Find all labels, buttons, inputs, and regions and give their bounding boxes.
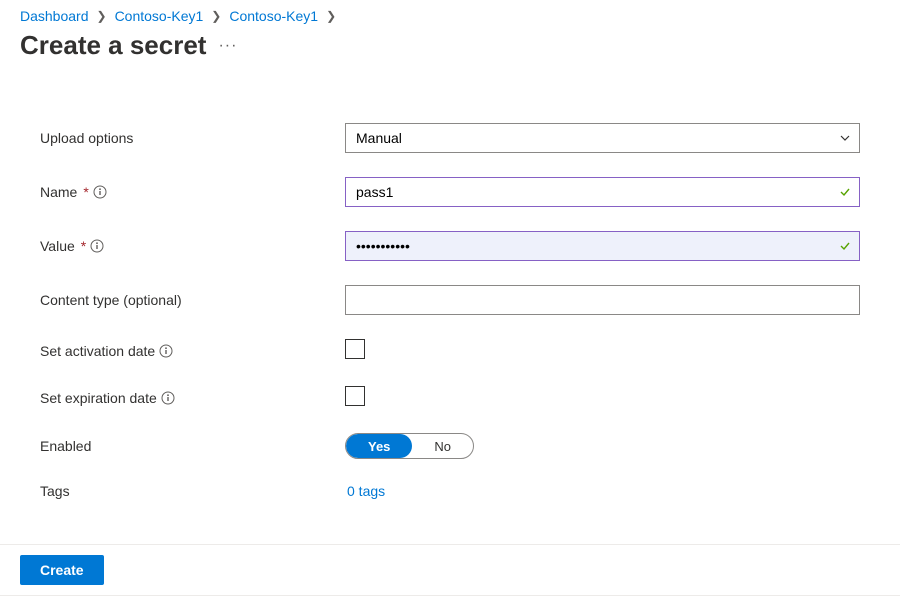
more-icon[interactable]: ··· [218,37,237,55]
name-label: Name [40,184,77,200]
enabled-yes-option[interactable]: Yes [346,434,412,458]
breadcrumb-contoso-key1-a[interactable]: Contoso-Key1 [115,8,204,24]
activation-date-checkbox[interactable] [345,339,365,359]
expiration-date-label: Set expiration date [40,390,157,406]
value-input[interactable] [345,231,860,261]
info-icon[interactable] [159,344,173,358]
info-icon[interactable] [93,185,107,199]
tags-label: Tags [40,483,70,499]
chevron-right-icon: ❯ [97,9,107,23]
footer-bar: Create [0,544,900,596]
breadcrumb-contoso-key1-b[interactable]: Contoso-Key1 [229,8,318,24]
content-type-label: Content type (optional) [40,292,182,308]
breadcrumb-dashboard[interactable]: Dashboard [20,8,89,24]
info-icon[interactable] [161,391,175,405]
enabled-toggle[interactable]: Yes No [345,433,474,459]
create-button[interactable]: Create [20,555,104,585]
name-input[interactable] [345,177,860,207]
breadcrumb: Dashboard ❯ Contoso-Key1 ❯ Contoso-Key1 … [0,0,900,24]
create-secret-form: Upload options Manual Name * [0,61,900,499]
enabled-no-option[interactable]: No [412,434,473,458]
value-label: Value [40,238,75,254]
required-indicator: * [83,184,88,200]
activation-date-label: Set activation date [40,343,155,359]
chevron-right-icon: ❯ [211,9,221,23]
expiration-date-checkbox[interactable] [345,386,365,406]
page-title: Create a secret [20,30,206,61]
upload-options-select[interactable]: Manual [345,123,860,153]
upload-options-label: Upload options [40,130,133,146]
content-type-input[interactable] [345,285,860,315]
tags-link[interactable]: 0 tags [345,483,385,499]
chevron-right-icon: ❯ [326,9,336,23]
enabled-label: Enabled [40,438,91,454]
required-indicator: * [81,238,86,254]
info-icon[interactable] [90,239,104,253]
